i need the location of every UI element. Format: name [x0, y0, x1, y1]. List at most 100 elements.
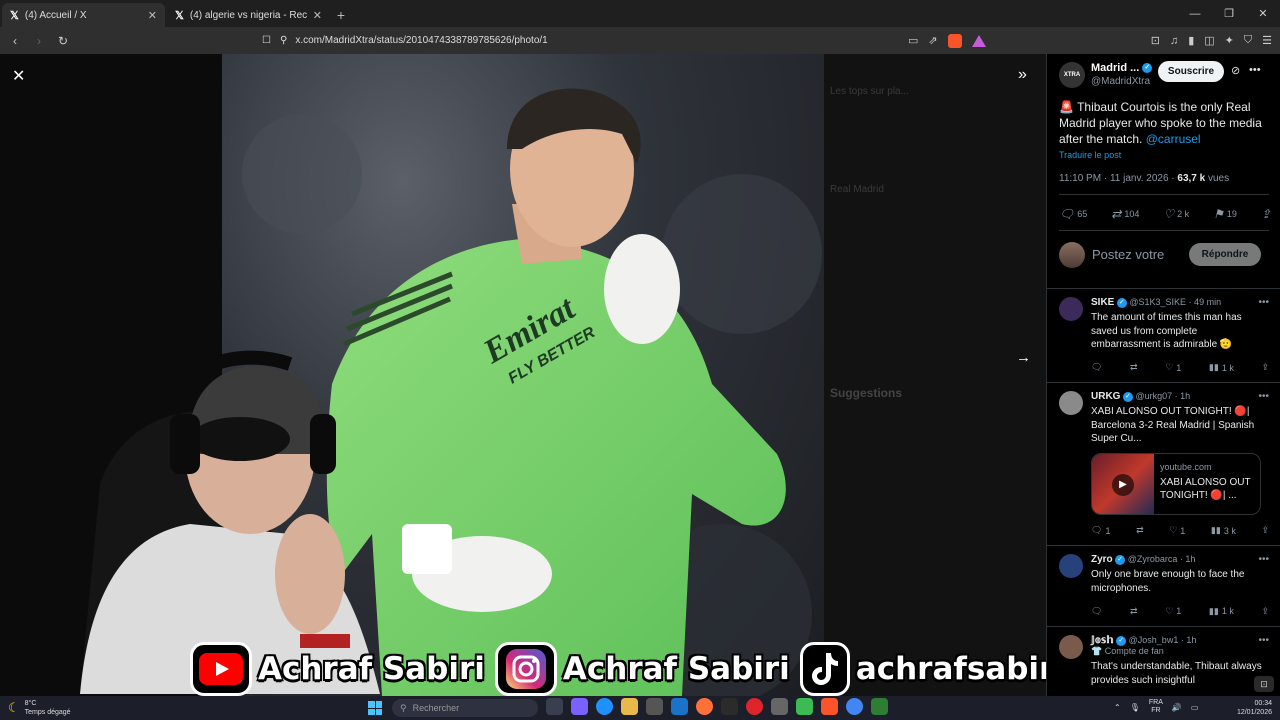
share-icon[interactable]: ⇪ [1261, 362, 1269, 373]
grok-icon[interactable]: ⊘ [1231, 64, 1240, 77]
ai-assistant-icon[interactable]: ✦ [1225, 34, 1234, 47]
views-action[interactable]: ▮▮ 1 k [1209, 362, 1234, 373]
close-tab-icon[interactable]: ✕ [313, 9, 322, 22]
like-action[interactable]: ♡ 2 k [1163, 207, 1189, 221]
screenshot-icon[interactable]: ⊡ [1151, 34, 1160, 47]
tab-home[interactable]: 𝕏 (4) Accueil / X ✕ [2, 3, 165, 27]
reply-author[interactable]: SIKE [1091, 297, 1114, 308]
repost-action[interactable]: ⇄ [1130, 606, 1138, 617]
reply-author[interactable]: 𝕁𝕠𝕤𝕙 [1091, 635, 1114, 646]
address-bar[interactable]: ☐ ⚲ x.com/MadridXtra/status/201047433878… [262, 29, 720, 51]
more-options-icon[interactable]: ••• [1258, 635, 1269, 646]
share-icon[interactable]: ⇪ [1261, 525, 1269, 536]
views-action[interactable]: ▮▮ 3 k [1211, 525, 1236, 536]
task-view-icon[interactable] [546, 698, 563, 715]
reload-button[interactable]: ↻ [56, 34, 70, 48]
tweet-time[interactable]: 11:10 PM · 11 janv. 2026 · [1059, 173, 1177, 184]
reply-input[interactable]: Postez votre [1092, 247, 1164, 262]
edge-icon[interactable] [596, 698, 613, 715]
reply-avatar[interactable] [1059, 391, 1083, 415]
bookmark-action[interactable]: ⚑ 19 [1213, 207, 1237, 221]
brave-shield-icon[interactable] [947, 33, 962, 48]
user-avatar[interactable] [1059, 242, 1085, 268]
opera-icon[interactable] [746, 698, 763, 715]
chevron-up-icon[interactable]: ⌃ [1114, 703, 1121, 712]
views-action[interactable]: ▮▮ 1 k [1209, 606, 1234, 617]
language-indicator[interactable]: FRA FR [1149, 699, 1163, 715]
menu-icon[interactable]: ☰ [1262, 34, 1272, 47]
bookmark-icon[interactable]: ☐ [262, 35, 271, 46]
wallet-icon[interactable]: ◫ [1204, 34, 1214, 47]
reply-item[interactable]: URKG ✓ @urkg07 · 1h ••• XABI ALONSO OUT … [1047, 382, 1280, 545]
next-photo-icon[interactable]: → [1016, 349, 1031, 366]
reply-avatar[interactable] [1059, 297, 1083, 321]
share-icon[interactable]: ⇪ [1261, 606, 1269, 617]
file-explorer-icon[interactable] [621, 698, 638, 715]
forward-button[interactable]: › [32, 34, 46, 48]
like-action[interactable]: ♡ 1 [1165, 362, 1181, 373]
reply-action[interactable]: 🗨 [1091, 606, 1102, 617]
mention-link[interactable]: @carrusel [1146, 132, 1201, 146]
reply-handle[interactable]: @Zyrobarca [1128, 554, 1178, 564]
reply-handle[interactable]: @S1K3_SIKE [1129, 297, 1186, 307]
reply-action[interactable]: 🗨 65 [1059, 207, 1087, 221]
reply-button[interactable]: Répondre [1189, 243, 1261, 266]
close-window-button[interactable]: ✕ [1246, 0, 1280, 27]
reply-handle[interactable]: @urkg07 [1135, 391, 1172, 401]
weather-widget[interactable]: ☾ 8°C Temps dégagé [8, 699, 71, 717]
translate-link[interactable]: Traduire le post [1059, 150, 1121, 160]
brave-rewards-icon[interactable] [971, 34, 986, 47]
battery-icon[interactable]: ▭ [1191, 703, 1199, 712]
app-icon[interactable] [721, 698, 738, 715]
reply-avatar[interactable] [1059, 635, 1083, 659]
firefox-icon[interactable] [696, 698, 713, 715]
chrome-icon[interactable] [846, 698, 863, 715]
brave-icon[interactable] [821, 698, 838, 715]
sidebar-icon[interactable]: ▮ [1188, 34, 1194, 47]
grok-chat-icon[interactable]: ⊡ [1254, 676, 1274, 692]
app-icon[interactable] [871, 698, 888, 715]
reply-item[interactable]: Zyro ✓ @Zyrobarca · 1h ••• Only one brav… [1047, 545, 1280, 626]
repost-action[interactable]: ⇄ 104 [1111, 207, 1139, 221]
vpn-shield-icon[interactable]: ⛉ [1244, 34, 1252, 47]
music-icon[interactable]: ♫ [1170, 35, 1178, 47]
mail-icon[interactable] [671, 698, 688, 715]
repost-action[interactable]: ⇄ [1136, 525, 1144, 536]
reply-item[interactable]: 𝕁𝕠𝕤𝕙 ✓ @Josh_bw1 · 1h ••• 👕 Compte de fa… [1047, 626, 1280, 696]
collapse-panel-icon[interactable]: » [1018, 66, 1027, 84]
store-icon[interactable] [646, 698, 663, 715]
more-options-icon[interactable]: ••• [1258, 391, 1269, 402]
play-app-icon[interactable] [796, 698, 813, 715]
subscribe-button[interactable]: Souscrire [1158, 61, 1224, 82]
reply-action[interactable]: 🗨 [1091, 362, 1102, 373]
reply-action[interactable]: 🗨 1 [1091, 525, 1110, 536]
like-action[interactable]: ♡ 1 [1165, 606, 1181, 617]
taskbar-search[interactable]: ⚲ Rechercher [392, 699, 538, 717]
play-icon[interactable]: ▶ [1112, 473, 1134, 496]
tab-search[interactable]: 𝕏 (4) algerie vs nigeria - Recherche / X… [167, 3, 330, 27]
site-info-icon[interactable]: ⚲ [280, 35, 287, 46]
like-action[interactable]: ♡ 1 [1169, 525, 1185, 536]
repost-action[interactable]: ⇄ [1130, 362, 1138, 373]
reply-author[interactable]: Zyro [1091, 554, 1113, 565]
more-options-icon[interactable]: ••• [1258, 297, 1269, 308]
author-avatar[interactable]: XTRA [1059, 62, 1085, 88]
volume-icon[interactable]: 🔊 [1172, 703, 1182, 712]
reply-item[interactable]: SIKE ✓ @S1K3_SIKE · 49 min ••• The amoun… [1047, 288, 1280, 382]
link-card[interactable]: ▶ youtube.com XABI ALONSO OUT TONIGHT! 🔴… [1091, 452, 1261, 515]
settings-icon[interactable] [771, 698, 788, 715]
author-name[interactable]: Madrid ... ✓ [1091, 62, 1153, 74]
close-tab-icon[interactable]: ✕ [148, 9, 157, 22]
more-options-icon[interactable]: ••• [1258, 554, 1269, 565]
minimize-button[interactable]: — [1178, 0, 1212, 27]
reply-author[interactable]: URKG [1091, 391, 1120, 402]
close-icon[interactable]: ✕ [12, 66, 25, 86]
new-tab-button[interactable]: + [330, 3, 352, 27]
teams-icon[interactable] [571, 698, 588, 715]
reply-handle[interactable]: @Josh_bw1 [1129, 635, 1179, 645]
microphone-icon[interactable]: 🎙 [1130, 703, 1140, 712]
maximize-button[interactable]: ❐ [1212, 0, 1246, 27]
cast-icon[interactable]: ▭ [908, 34, 918, 47]
more-options-icon[interactable]: ••• [1249, 64, 1261, 76]
clock[interactable]: 00:34 12/01/2026 [1237, 699, 1272, 717]
